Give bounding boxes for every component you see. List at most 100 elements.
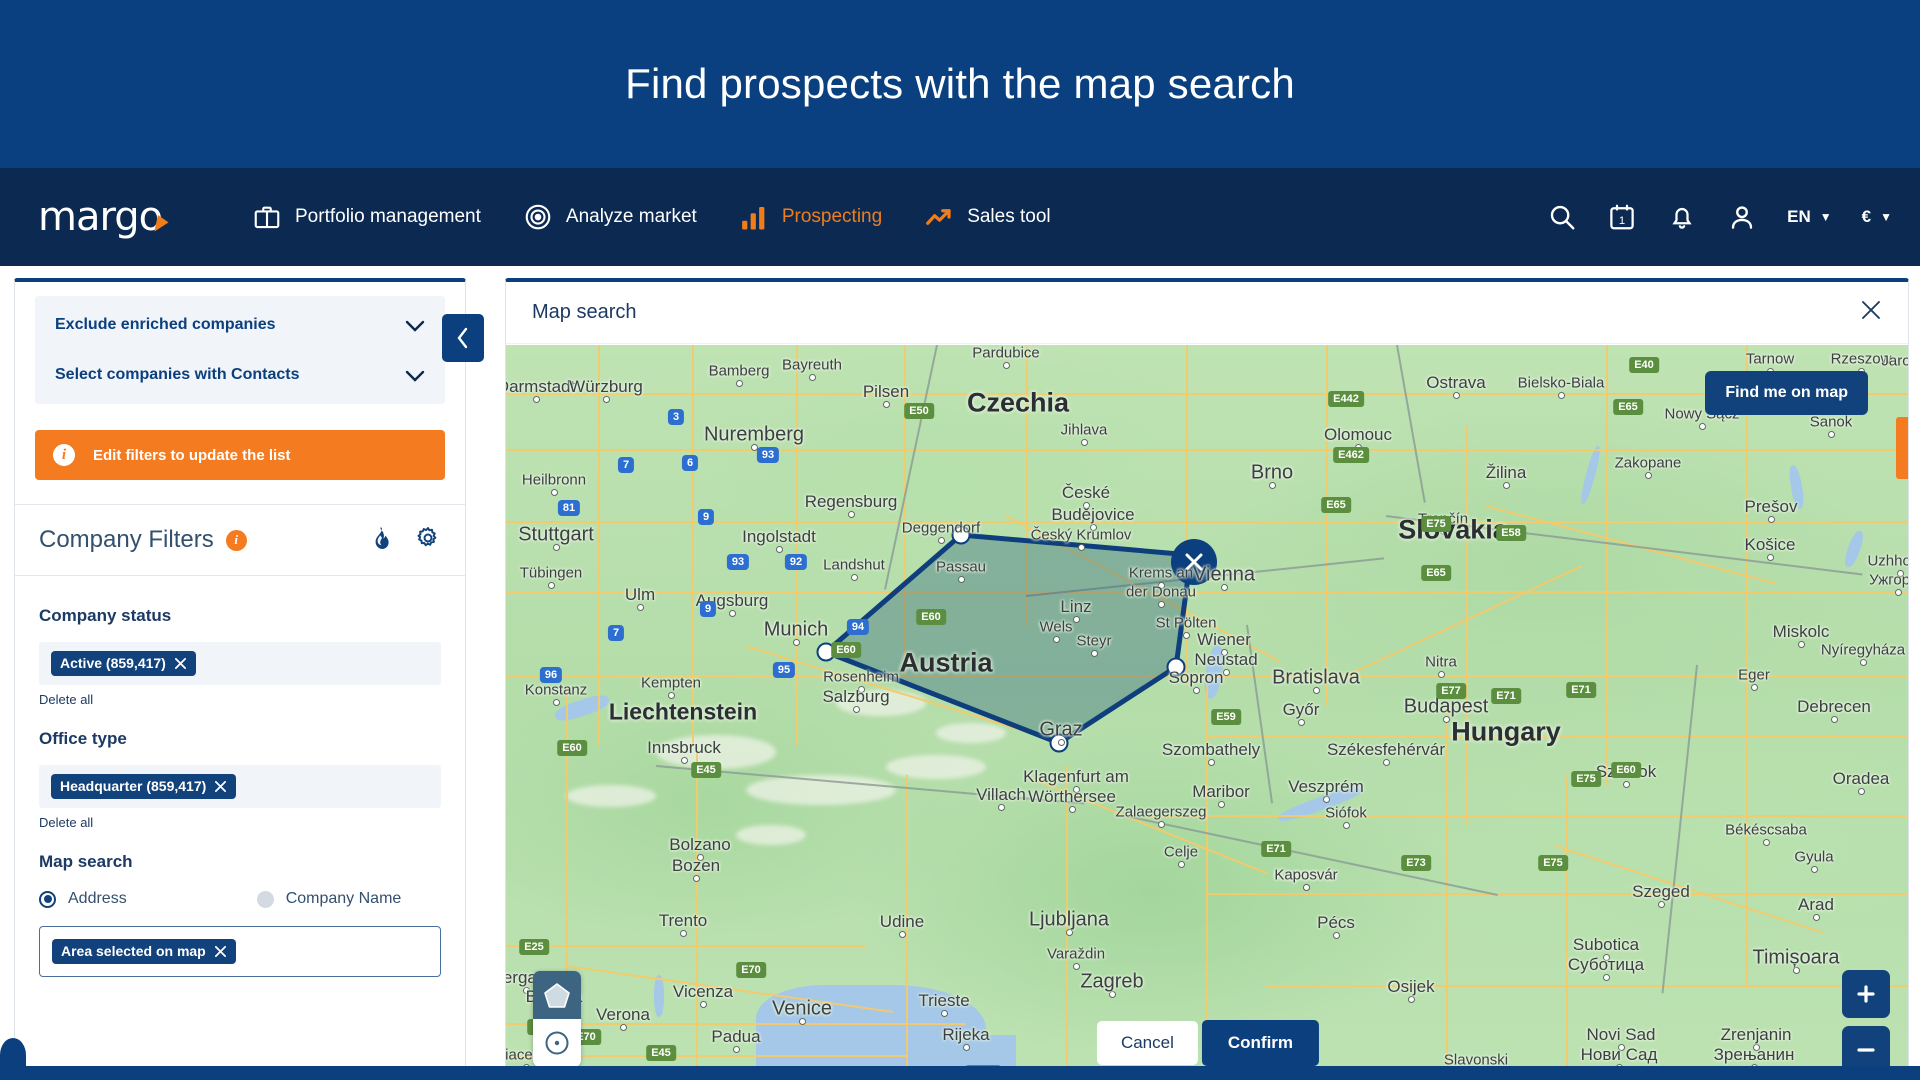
city-marker-dot — [883, 401, 890, 408]
delete-all-link[interactable]: Delete all — [39, 815, 441, 830]
radio-address[interactable]: Address — [39, 890, 127, 908]
search-icon[interactable] — [1547, 202, 1577, 232]
highway-shield: E60 — [831, 642, 861, 658]
map-canvas[interactable]: DarmstadtWürzburgBambergBayreuthPilsenNu… — [506, 345, 1909, 1080]
close-icon[interactable] — [214, 780, 227, 793]
highway-shield: 92 — [785, 554, 807, 570]
polygon-tool[interactable] — [533, 971, 581, 1019]
nav-item-prospecting[interactable]: Prospecting — [739, 202, 882, 232]
city-marker-dot — [1751, 684, 1758, 691]
highway-shield: E75 — [1571, 771, 1601, 787]
highway-shield: E70 — [736, 962, 766, 978]
nav-item-sales-tool[interactable]: Sales tool — [924, 202, 1050, 232]
map-city-label: Konstanz — [525, 682, 588, 699]
highway-shield: E71 — [1261, 841, 1291, 857]
map-city-label: Jaroslaw — [1881, 353, 1909, 370]
highway-shield: E25 — [519, 939, 549, 955]
city-marker-dot — [1333, 932, 1340, 939]
chip-label: Area selected on map — [61, 943, 206, 959]
map-city-label: Bielsko-Biala — [1518, 375, 1605, 392]
map-city-label: Uzhhorod — [1867, 553, 1909, 570]
map-city-label: Padua — [711, 1027, 760, 1047]
city-marker-dot — [1798, 641, 1805, 648]
map-city-label: Sanok — [1810, 414, 1853, 431]
map-city-label: Verona — [596, 1005, 650, 1025]
zoom-in-button[interactable] — [1842, 970, 1890, 1018]
city-marker-dot — [1091, 650, 1098, 657]
nav-item-portfolio-management[interactable]: Portfolio management — [252, 202, 481, 232]
city-marker-dot — [899, 931, 906, 938]
filters-header-actions — [369, 525, 441, 556]
city-marker-dot — [1218, 801, 1225, 808]
radio-button-unselected-icon — [257, 891, 274, 908]
margo-logo[interactable]: margo — [0, 194, 210, 240]
highway-shield: E50 — [904, 403, 934, 419]
company-filters-header: Company Filters i — [15, 504, 465, 576]
filter-chip-active[interactable]: Active (859,417) — [51, 651, 196, 676]
edit-filters-alert[interactable]: i Edit filters to update the list — [35, 430, 445, 480]
map-city-label: Суботица — [1568, 955, 1644, 975]
city-marker-dot — [533, 396, 540, 403]
gear-icon[interactable] — [415, 525, 441, 556]
currency-selector[interactable]: € ▼ — [1862, 207, 1892, 227]
city-marker-dot — [1081, 439, 1088, 446]
city-marker-dot — [1453, 392, 1460, 399]
nav-label: Portfolio management — [295, 206, 481, 228]
city-marker-dot — [1763, 839, 1770, 846]
map-search-panel: Map search — [505, 278, 1909, 1080]
highway-shield: 6 — [682, 455, 698, 471]
highway-shield: E65 — [1613, 399, 1643, 415]
radio-label: Address — [68, 890, 127, 908]
radio-company-name[interactable]: Company Name — [257, 890, 402, 908]
map-city-label: Český Krumlov — [1031, 527, 1132, 544]
city-marker-dot — [693, 875, 700, 882]
highway-shield: 7 — [618, 457, 634, 473]
close-icon[interactable] — [1860, 299, 1882, 326]
map-city-label: České — [1062, 483, 1110, 503]
user-icon[interactable] — [1727, 202, 1757, 232]
city-marker-dot — [1193, 687, 1200, 694]
delete-all-link[interactable]: Delete all — [39, 692, 441, 707]
language-value: EN — [1787, 207, 1811, 227]
map-area-chips-container[interactable]: Area selected on map — [39, 926, 441, 977]
chip-label: Active (859,417) — [60, 655, 166, 671]
collapsible-select-companies-with-contacts[interactable]: Select companies with Contacts — [35, 350, 445, 400]
find-me-on-map-button[interactable]: Find me on map — [1705, 371, 1868, 415]
highway-shield: E60 — [916, 609, 946, 625]
filter-chip-headquarter[interactable]: Headquarter (859,417) — [51, 774, 236, 799]
highway-shield: 93 — [757, 447, 779, 463]
logo-accent-icon — [154, 215, 169, 234]
city-marker-dot — [736, 380, 743, 387]
city-marker-dot — [1895, 589, 1902, 596]
map-city-label: Bratislava — [1272, 667, 1360, 690]
map-panel-title: Map search — [532, 301, 637, 324]
collapsible-exclude-enriched-companies[interactable]: Exclude enriched companies — [35, 300, 445, 350]
map-city-label: Klagenfurt am — [1023, 767, 1129, 787]
city-marker-dot — [1208, 759, 1215, 766]
map-search-mode-radios: Address Company Name — [39, 890, 441, 908]
filter-chip-area-selected-on-map[interactable]: Area selected on map — [52, 939, 236, 964]
cancel-button[interactable]: Cancel — [1097, 1021, 1198, 1065]
nav-label: Analyze market — [566, 206, 697, 228]
sidebar-collapse-toggle[interactable] — [442, 314, 484, 362]
map-city-label: Vienna — [1193, 564, 1255, 587]
nav-item-analyze-market[interactable]: Analyze market — [523, 202, 697, 232]
close-icon[interactable] — [174, 657, 187, 670]
confirm-button[interactable]: Confirm — [1202, 1020, 1319, 1066]
flame-icon[interactable] — [369, 525, 393, 556]
info-icon[interactable]: i — [226, 530, 247, 551]
close-icon[interactable] — [214, 945, 227, 958]
radius-tool[interactable] — [533, 1019, 581, 1067]
highway-shield: E60 — [557, 740, 587, 756]
language-selector[interactable]: EN ▼ — [1787, 207, 1832, 227]
highway-shield: E75 — [1538, 855, 1568, 871]
map-city-label: Zrenjanin — [1721, 1025, 1792, 1045]
calendar-icon[interactable]: 1 — [1607, 202, 1637, 232]
map-city-label: Passau — [936, 559, 986, 576]
map-city-label: Ingolstadt — [742, 527, 816, 547]
map-city-label: Arad — [1798, 895, 1834, 915]
bell-icon[interactable] — [1667, 202, 1697, 232]
map-city-label: Salzburg — [822, 687, 889, 707]
side-accent-tab[interactable] — [1896, 417, 1909, 479]
map-city-label: Bolzano — [669, 835, 730, 855]
